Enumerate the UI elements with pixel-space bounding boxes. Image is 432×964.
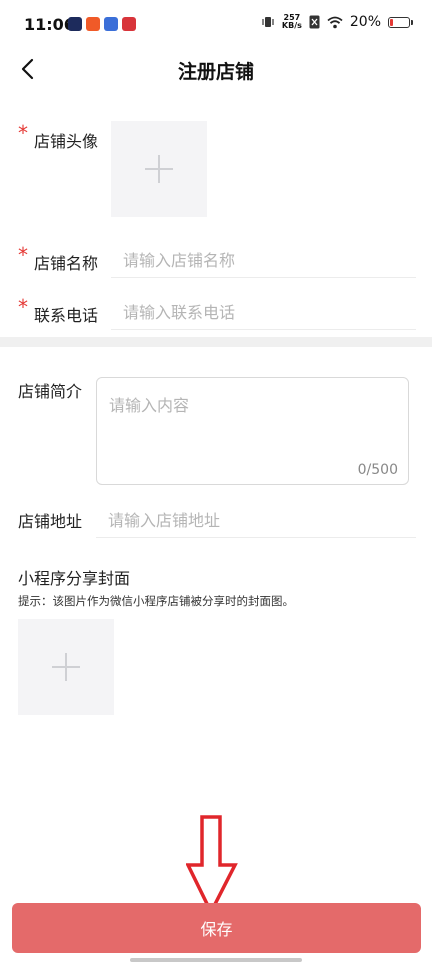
cover-hint: 提示：该图片作为微信小程序店铺被分享时的封面图。 (18, 594, 294, 608)
shop-name-input[interactable]: 请输入店铺名称 (111, 236, 416, 278)
section-divider (0, 337, 432, 347)
app-notification-icon (104, 17, 118, 31)
status-bar: 11:06 257 KB/s 20% (0, 0, 432, 50)
app-notification-icon (86, 17, 100, 31)
app-notification-icon (122, 17, 136, 31)
cover-upload[interactable] (18, 619, 114, 715)
plus-icon (158, 155, 160, 183)
battery-percent: 20% (349, 14, 381, 30)
home-indicator (130, 958, 302, 962)
required-mark: * (18, 121, 28, 145)
arrow-down-icon (186, 815, 238, 915)
battery-level (390, 18, 393, 26)
network-speed: 257 KB/s (281, 13, 302, 30)
cover-label: 小程序分享封面 (18, 569, 131, 588)
save-button[interactable]: 保存 (12, 903, 421, 953)
required-mark: * (18, 295, 28, 319)
no-sim-icon (309, 15, 320, 29)
shop-name-label: 店铺名称 (34, 254, 99, 273)
intro-label: 店铺简介 (18, 382, 83, 401)
nav-bar: 注册店铺 (0, 50, 432, 92)
address-label: 店铺地址 (18, 512, 83, 531)
vibrate-icon (262, 17, 274, 27)
battery-icon (388, 16, 413, 28)
wifi-icon (327, 16, 343, 28)
intro-placeholder: 请输入内容 (109, 396, 190, 415)
phone-input[interactable]: 请输入联系电话 (111, 288, 416, 330)
intro-textarea[interactable]: 请输入内容 0/500 (96, 377, 409, 485)
plus-icon (65, 653, 67, 681)
char-counter: 0/500 (357, 462, 398, 478)
app-notification-icon (68, 17, 82, 31)
shop-name-placeholder: 请输入店铺名称 (123, 251, 236, 270)
address-placeholder: 请输入店铺地址 (108, 511, 221, 530)
shop-avatar-upload[interactable] (111, 121, 207, 217)
address-input[interactable]: 请输入店铺地址 (96, 496, 416, 538)
phone-placeholder: 请输入联系电话 (123, 303, 236, 322)
page-title: 注册店铺 (177, 61, 254, 83)
shop-avatar-label: 店铺头像 (34, 132, 99, 151)
required-mark: * (18, 243, 28, 267)
phone-label: 联系电话 (34, 306, 99, 325)
